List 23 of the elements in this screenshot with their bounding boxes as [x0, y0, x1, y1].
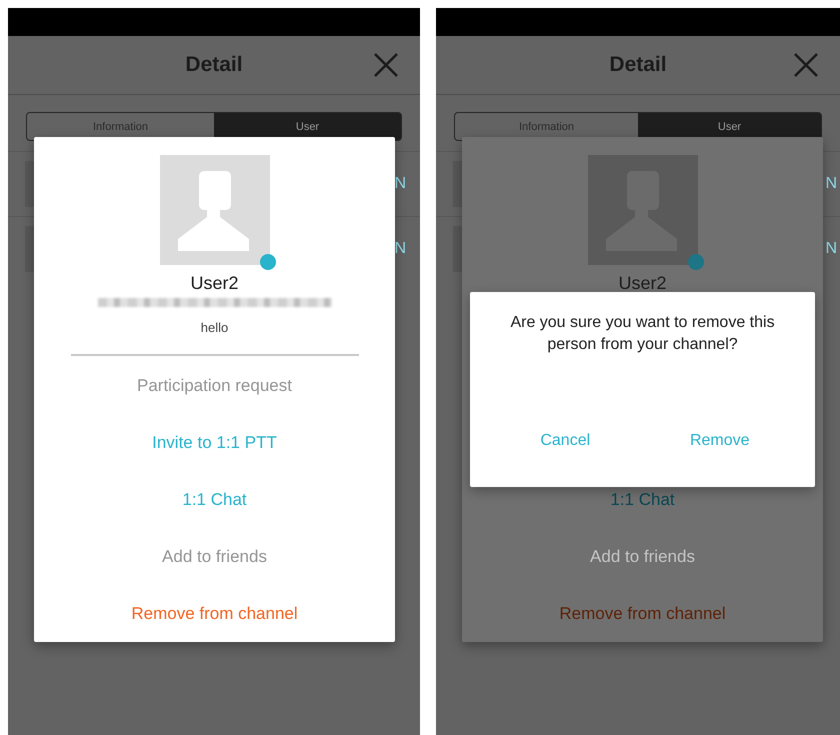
tab[interactable]: Information	[455, 113, 638, 140]
header-title: Detail	[185, 53, 243, 77]
person-silhouette-icon	[588, 155, 698, 265]
row-action[interactable]: N	[825, 240, 837, 258]
status-message: hello	[200, 320, 228, 336]
menu-action[interactable]: Remove from channel	[462, 585, 823, 642]
dialog-button[interactable]: Remove	[642, 417, 797, 465]
row-action[interactable]: N	[394, 240, 406, 258]
row-action[interactable]: N	[394, 175, 406, 193]
close-icon[interactable]	[373, 52, 399, 78]
tab[interactable]: Information	[27, 113, 214, 140]
dialog-button[interactable]: Cancel	[488, 417, 642, 465]
menu-action[interactable]: 1:1 Chat	[462, 471, 823, 528]
confirm-message: Are you sure you want to remove this person from your channel?	[509, 313, 776, 355]
menu-action[interactable]: Remove from channel	[34, 585, 395, 642]
menu-action[interactable]: 1:1 Chat	[34, 471, 395, 528]
person-silhouette-icon	[160, 155, 270, 265]
close-icon[interactable]	[793, 52, 819, 78]
header-title: Detail	[609, 53, 667, 77]
user-name: User2	[618, 272, 666, 294]
menu-action[interactable]: Invite to 1:1 PTT	[34, 414, 395, 471]
row-action[interactable]: N	[825, 175, 837, 193]
user-name: User2	[190, 272, 238, 294]
